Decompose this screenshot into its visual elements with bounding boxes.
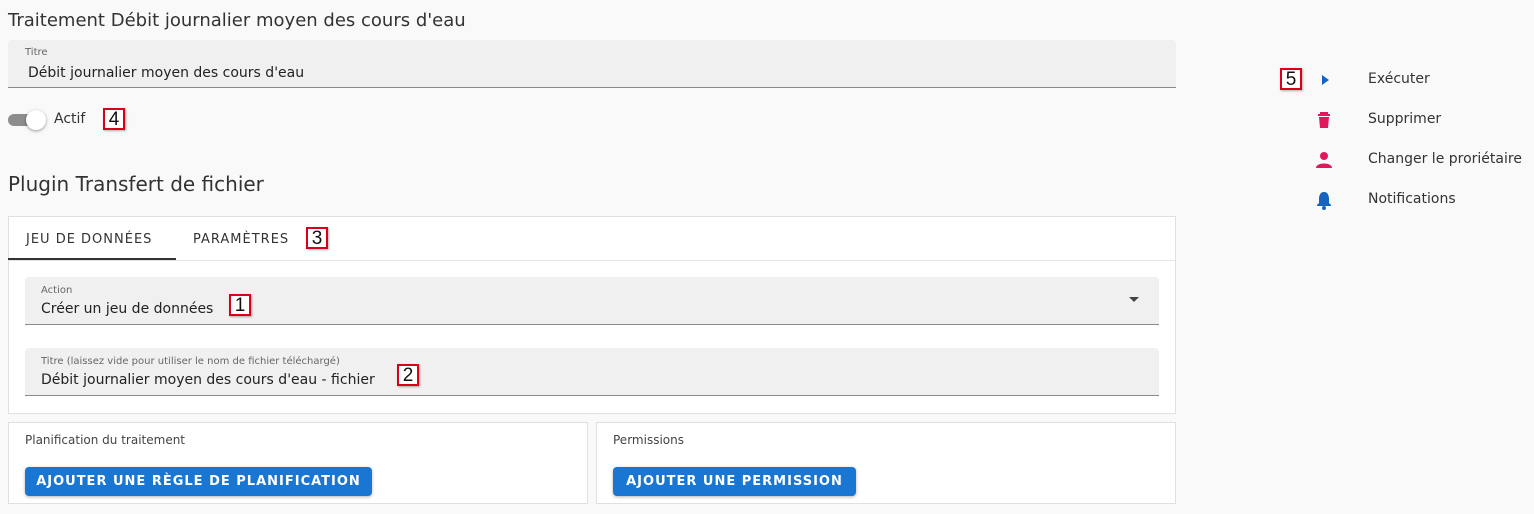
delete-label: Supprimer [1368,111,1442,127]
callout-5: 5 [1280,68,1302,90]
tab-active-indicator [8,258,176,260]
permissions-label: Permissions [613,433,684,447]
title-field-label: Titre [25,47,48,58]
execute-label: Exécuter [1368,71,1430,87]
permissions-card: Permissions AJOUTER UNE PERMISSION [596,422,1176,504]
execute-action[interactable]: Exécuter [1310,65,1534,95]
notifications-label: Notifications [1368,191,1456,207]
active-toggle-knob[interactable] [26,110,46,130]
add-schedule-rule-button[interactable]: AJOUTER UNE RÈGLE DE PLANIFICATION [25,467,372,496]
tab-parametres[interactable]: PARAMÈTRES [193,232,289,247]
active-toggle-label: Actif [54,111,86,127]
action-select-label: Action [41,285,73,296]
chevron-down-icon[interactable] [1129,297,1139,302]
dataset-title-field-label: Titre (laissez vide pour utiliser le nom… [41,356,340,367]
play-icon [1314,70,1334,90]
callout-1: 1 [229,294,251,316]
title-field[interactable]: Titre Débit journalier moyen des cours d… [8,40,1176,88]
delete-action[interactable]: Supprimer [1310,105,1534,135]
plugin-tabs: JEU DE DONNÉES PARAMÈTRES [8,216,1176,261]
page-title: Traitement Débit journalier moyen des co… [8,10,466,31]
callout-4: 4 [103,108,125,130]
trash-icon [1314,110,1334,130]
add-permission-button[interactable]: AJOUTER UNE PERMISSION [613,467,856,496]
notifications-action[interactable]: Notifications [1310,185,1534,215]
dataset-title-field[interactable]: Titre (laissez vide pour utiliser le nom… [25,348,1159,396]
title-field-value[interactable]: Débit journalier moyen des cours d'eau [28,65,304,81]
planification-label: Planification du traitement [25,433,186,447]
action-select-value[interactable]: Créer un jeu de données [41,301,213,317]
plugin-title: Plugin Transfert de fichier [8,172,264,196]
dataset-title-field-value[interactable]: Débit journalier moyen des cours d'eau -… [41,372,375,388]
tab-jeu-de-donnees[interactable]: JEU DE DONNÉES [26,232,152,247]
planification-card: Planification du traitement AJOUTER UNE … [8,422,588,504]
bell-icon [1314,190,1334,210]
callout-3: 3 [306,227,328,249]
person-icon [1314,150,1334,170]
action-select[interactable]: Action Créer un jeu de données [25,277,1159,325]
change-owner-action[interactable]: Changer le proriétaire [1310,145,1534,175]
callout-2: 2 [397,364,419,386]
change-owner-label: Changer le proriétaire [1368,151,1522,167]
